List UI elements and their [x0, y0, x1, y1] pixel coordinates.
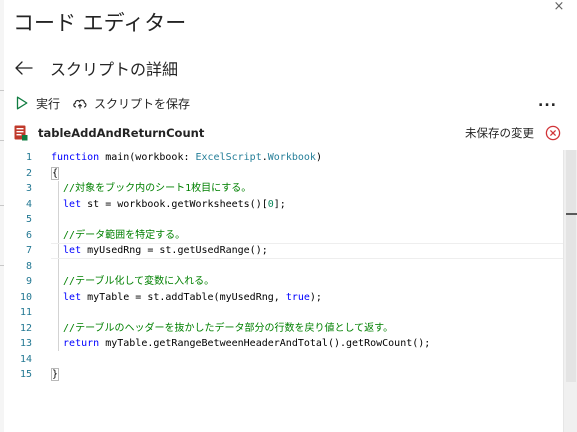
- code-line[interactable]: function main(workbook: ExcelScript.Work…: [51, 150, 563, 166]
- line-number: 10: [19, 291, 32, 303]
- code-token: let: [51, 198, 82, 210]
- code-editor[interactable]: 1 2 3 4 5 6 7 8 9 10 11 12 13 14 15 func…: [4, 150, 577, 432]
- code-token: let: [51, 291, 82, 303]
- line-number: 3: [25, 183, 32, 194]
- scrollbar-cursor-marker: [566, 213, 577, 215]
- discard-x-circle-icon[interactable]: [545, 125, 561, 141]
- code-line[interactable]: [51, 305, 563, 321]
- line-number: 14: [19, 353, 32, 365]
- vertical-scrollbar[interactable]: [563, 150, 577, 432]
- line-number: 13: [19, 338, 32, 349]
- play-icon: [14, 95, 30, 111]
- script-file-name: tableAddAndReturnCount: [38, 126, 205, 140]
- code-line[interactable]: let myTable = st.addTable(myUsedRng, tru…: [51, 290, 563, 306]
- file-bar: tableAddAndReturnCount 未保存の変更: [14, 123, 564, 143]
- line-number: 11: [19, 307, 32, 318]
- code-line[interactable]: [51, 352, 563, 368]
- code-line[interactable]: //対象をブック内のシート1枚目にする。: [51, 181, 563, 197]
- code-line[interactable]: //テーブル化して変数に入れる。: [51, 274, 563, 290]
- save-script-button[interactable]: スクリプトを保存: [72, 95, 190, 112]
- line-number: 2: [25, 167, 32, 179]
- code-token: main(workbook:: [99, 152, 196, 163]
- line-number: 1: [25, 152, 32, 163]
- line-number-gutter: 1 2 3 4 5 6 7 8 9 10 11 12 13 14 15: [4, 150, 44, 382]
- more-options-button[interactable]: ...: [538, 93, 556, 113]
- matched-brace: }: [51, 368, 60, 381]
- code-token: myUsedRng = st.getUsedRange();: [81, 245, 268, 256]
- code-line[interactable]: return myTable.getRangeBetweenHeaderAndT…: [51, 336, 563, 352]
- code-line-current[interactable]: let myUsedRng = st.getUsedRange();: [51, 243, 563, 259]
- code-token: st = workbook.getWorksheets()[: [81, 198, 268, 210]
- code-token: true: [285, 291, 310, 303]
- code-editor-pane: × コード エディター スクリプトの詳細 実行 スクリプトを保存 ... tab…: [0, 0, 577, 432]
- code-token: let: [51, 245, 82, 256]
- code-line[interactable]: {: [51, 166, 563, 182]
- code-comment: //対象をブック内のシート1枚目にする。: [51, 183, 252, 194]
- run-button[interactable]: 実行: [14, 95, 60, 112]
- arrow-left-icon[interactable]: [15, 59, 33, 77]
- excel-script-icon: [14, 125, 28, 141]
- toolbar: 実行 スクリプトを保存: [14, 93, 202, 113]
- code-line[interactable]: //データ範囲を特定する。: [51, 228, 563, 244]
- code-lines[interactable]: function main(workbook: ExcelScript.Work…: [51, 150, 563, 382]
- scrollbar-thumb[interactable]: [566, 150, 576, 382]
- matched-brace: {: [51, 166, 60, 180]
- save-script-label: スクリプトを保存: [94, 96, 191, 111]
- subheader: スクリプトの詳細: [15, 56, 178, 80]
- cloud-save-icon: [72, 95, 88, 111]
- pane-title: コード エディター: [13, 11, 187, 35]
- code-comment: //データ範囲を特定する。: [51, 229, 186, 241]
- line-number: 5: [25, 214, 32, 225]
- code-line[interactable]: //テーブルのヘッダーを抜かしたデータ部分の行数を戻り値として返す。: [51, 321, 563, 337]
- line-number: 7: [25, 245, 32, 256]
- code-line[interactable]: let st = workbook.getWorksheets()[0];: [51, 197, 563, 213]
- code-comment: //テーブルのヘッダーを抜かしたデータ部分の行数を戻り値として返す。: [51, 322, 394, 334]
- code-token: ): [315, 152, 322, 163]
- code-token: myTable.getRangeBetweenHeaderAndTotal().…: [99, 338, 431, 349]
- code-token: Workbook: [267, 152, 316, 163]
- line-number: 15: [19, 369, 32, 380]
- code-token: myTable = st.addTable(myUsedRng,: [81, 291, 286, 303]
- unsaved-changes-label: 未保存の変更: [465, 126, 534, 140]
- code-line[interactable]: [51, 259, 563, 275]
- code-line[interactable]: [51, 212, 563, 228]
- line-number: 4: [25, 198, 32, 210]
- line-number: 12: [19, 322, 32, 334]
- code-token: ];: [273, 198, 286, 210]
- script-details-label: スクリプトの詳細: [50, 60, 179, 79]
- code-token: ExcelScript: [195, 152, 262, 163]
- run-label: 実行: [36, 96, 61, 111]
- line-number: 9: [25, 276, 32, 287]
- line-number: 8: [25, 260, 32, 272]
- code-token: function: [51, 152, 100, 163]
- code-token: return: [51, 338, 100, 349]
- code-token: );: [309, 291, 322, 303]
- close-icon[interactable]: ×: [552, 0, 566, 14]
- code-line[interactable]: }: [51, 367, 563, 383]
- code-comment: //テーブル化して変数に入れる。: [51, 276, 215, 287]
- line-number: 6: [25, 229, 32, 241]
